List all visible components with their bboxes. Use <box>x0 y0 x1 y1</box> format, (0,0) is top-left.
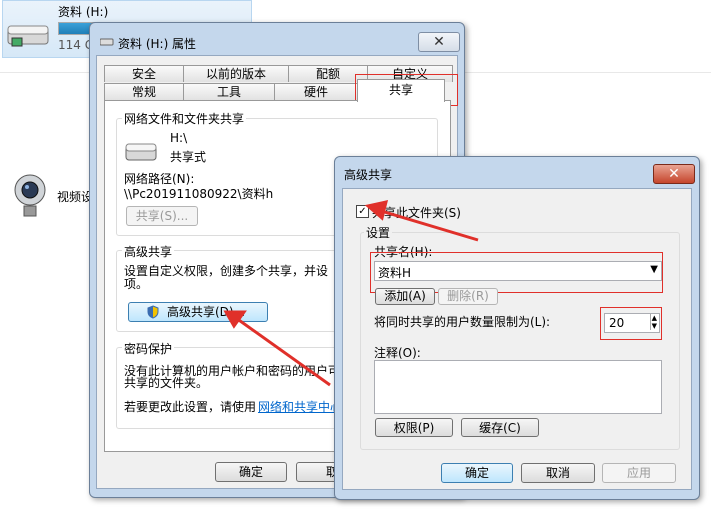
arrow-to-adv-button <box>223 310 331 387</box>
arrow-to-checkbox <box>364 200 479 242</box>
tab-sharing[interactable]: 共享 <box>357 79 445 102</box>
annotation-arrows <box>223 200 479 387</box>
